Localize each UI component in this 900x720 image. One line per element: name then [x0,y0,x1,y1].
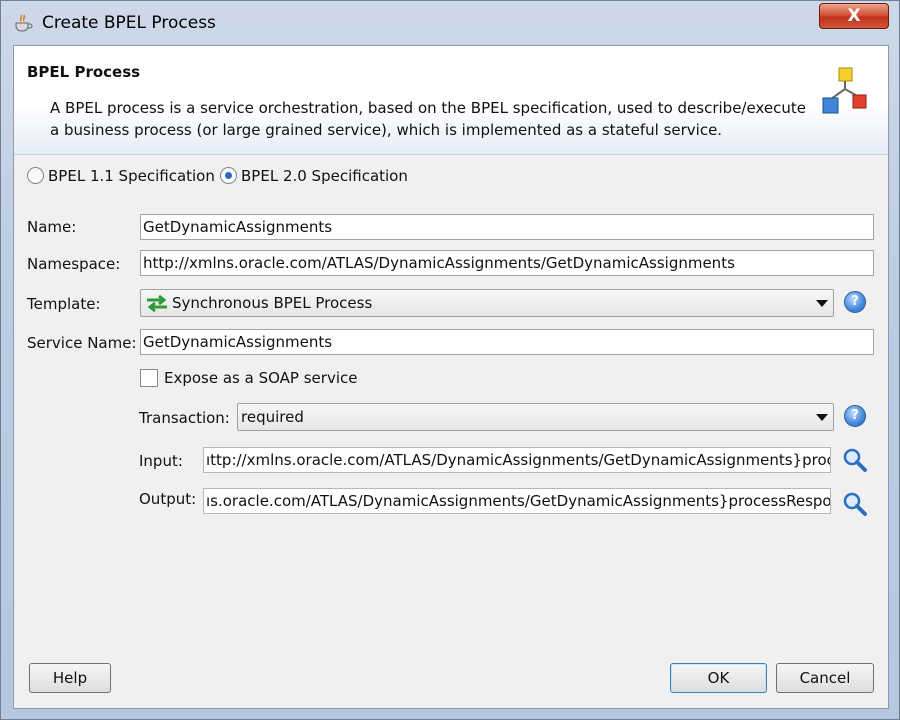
spec-11-option[interactable]: BPEL 1.1 Specification [27,166,215,185]
template-label: Template: [27,295,101,313]
help-icon[interactable]: ? [844,405,866,427]
output-field[interactable]: ıs.oracle.com/ATLAS/DynamicAssignments/G… [203,488,831,514]
template-combo[interactable]: Synchronous BPEL Process [140,289,834,317]
close-button[interactable]: X [819,3,889,29]
header-banner: BPEL Process A BPEL process is a service… [14,46,888,155]
service-name-field[interactable]: GetDynamicAssignments [140,329,874,355]
input-label: Input: [139,452,183,470]
window-title: Create BPEL Process [42,13,216,33]
title-bar: Create BPEL Process X [1,1,899,45]
help-button[interactable]: Help [29,663,111,693]
spec-20-label: BPEL 2.0 Specification [241,166,408,185]
spec-20-radio[interactable] [220,167,237,184]
name-label: Name: [27,218,77,236]
namespace-label: Namespace: [27,255,121,273]
spec-11-label: BPEL 1.1 Specification [48,166,215,185]
namespace-field[interactable]: http://xmlns.oracle.com/ATLAS/DynamicAss… [140,250,874,276]
dialog-window: Create BPEL Process X BPEL Process A BPE… [0,0,900,720]
transaction-value: required [241,408,304,426]
chevron-down-icon [816,300,828,307]
service-name-label: Service Name: [27,334,137,352]
search-icon[interactable] [842,491,868,517]
chevron-down-icon [816,414,828,421]
expose-soap-checkbox[interactable] [140,369,158,387]
java-cup-icon [15,14,33,32]
sync-arrows-icon [147,294,167,313]
dialog-client-area: BPEL Process A BPEL process is a service… [13,45,889,709]
spec-11-radio[interactable] [27,167,44,184]
ok-button[interactable]: OK [670,663,767,693]
help-icon[interactable]: ? [844,291,866,313]
cancel-button[interactable]: Cancel [776,663,874,693]
transaction-label: Transaction: [139,409,230,427]
search-icon[interactable] [842,447,868,473]
name-field[interactable]: GetDynamicAssignments [140,214,874,240]
template-value: Synchronous BPEL Process [172,294,373,312]
output-label: Output: [139,490,197,508]
transaction-combo[interactable]: required [237,403,834,431]
bpel-process-icon [822,67,867,114]
expose-soap-label: Expose as a SOAP service [164,369,358,387]
header-description: A BPEL process is a service orchestratio… [50,99,806,139]
header-title: BPEL Process [27,63,141,81]
input-field[interactable]: ıttp://xmlns.oracle.com/ATLAS/DynamicAss… [203,447,831,473]
spec-20-option[interactable]: BPEL 2.0 Specification [220,166,408,185]
